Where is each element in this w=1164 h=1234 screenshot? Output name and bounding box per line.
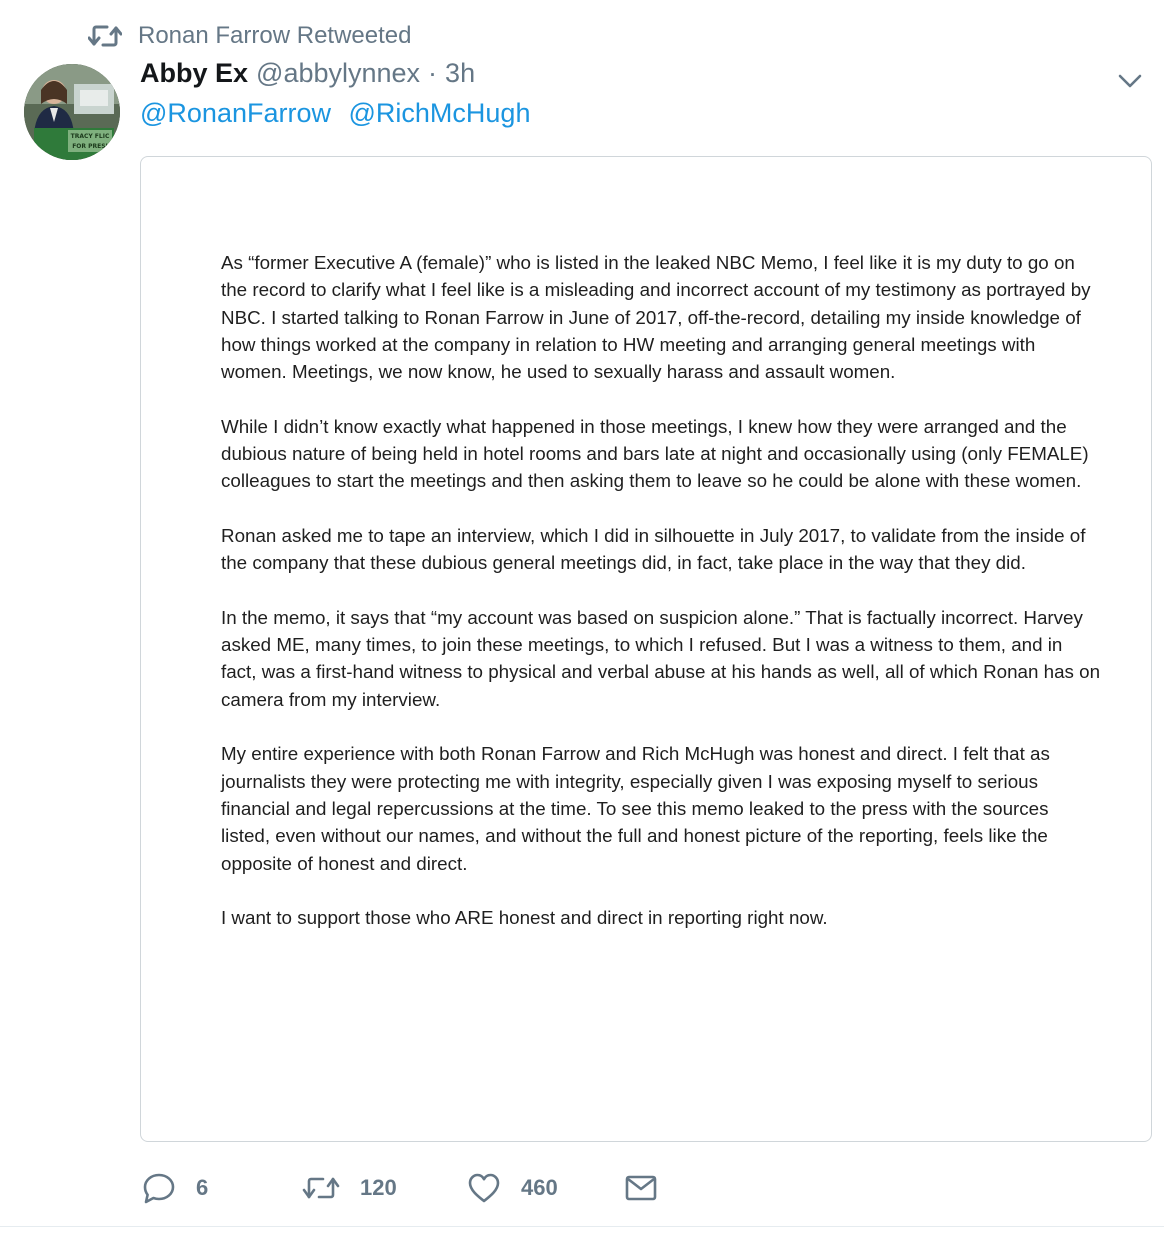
- like-button[interactable]: 460: [467, 1172, 625, 1204]
- tweet-actions: 6 120 460: [142, 1168, 657, 1208]
- like-count: 460: [521, 1175, 558, 1200]
- retweet-context: Ronan Farrow Retweeted: [88, 20, 411, 52]
- direct-message-button[interactable]: [625, 1175, 657, 1201]
- tweet[interactable]: Ronan Farrow Retweeted TRACY FLIC FOR PR…: [0, 0, 1164, 1234]
- retweet-icon: [302, 1173, 340, 1203]
- svg-text:FOR PRESI: FOR PRESI: [72, 143, 108, 150]
- svg-text:TRACY FLIC: TRACY FLIC: [71, 133, 110, 140]
- reply-mentions: @RonanFarrow @RichMcHugh: [140, 98, 540, 129]
- reply-button[interactable]: 6: [142, 1172, 302, 1204]
- chevron-down-icon[interactable]: [1116, 68, 1144, 94]
- mention-link[interactable]: @RonanFarrow: [140, 98, 331, 128]
- tweet-header: Abby Ex @abbylynnex · 3h: [140, 58, 475, 98]
- display-name[interactable]: Abby Ex: [140, 58, 248, 89]
- document-paragraph: My entire experience with both Ronan Far…: [221, 743, 1050, 874]
- reply-icon: [142, 1172, 176, 1204]
- screen-name[interactable]: @abbylynnex: [256, 58, 420, 89]
- heart-icon: [467, 1172, 501, 1204]
- divider: [0, 1226, 1164, 1227]
- document-paragraph: In the memo, it says that “my account wa…: [221, 606, 1101, 710]
- attached-image[interactable]: As “former Executive A (female)” who is …: [140, 156, 1152, 1142]
- mention-link[interactable]: @RichMcHugh: [349, 98, 531, 128]
- timestamp[interactable]: 3h: [445, 58, 475, 89]
- retweet-button[interactable]: 120: [302, 1173, 467, 1203]
- retweet-count: 120: [360, 1175, 397, 1200]
- document-paragraph: I want to support those who ARE honest a…: [221, 907, 828, 929]
- retweet-icon: [88, 22, 122, 50]
- envelope-icon: [625, 1175, 657, 1201]
- document-paragraph: As “former Executive A (female)” who is …: [221, 252, 1091, 383]
- reply-count: 6: [196, 1175, 209, 1200]
- avatar[interactable]: TRACY FLIC FOR PRESI: [24, 64, 120, 160]
- retweet-context-label[interactable]: Ronan Farrow Retweeted: [138, 22, 411, 50]
- document-paragraph: While I didn’t know exactly what happene…: [221, 415, 1089, 492]
- separator-dot: ·: [428, 58, 438, 88]
- memo-document: As “former Executive A (female)” who is …: [221, 249, 1101, 959]
- document-paragraph: Ronan asked me to tape an interview, whi…: [221, 524, 1086, 574]
